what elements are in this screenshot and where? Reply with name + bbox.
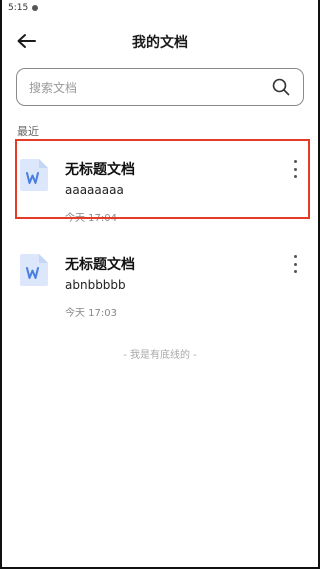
more-dot	[293, 175, 297, 178]
app-screen: 5:15 我的文档 搜索文档 最近 无标题文档 aaaaaaaa 今天 17:0…	[0, 0, 320, 569]
section-label-recent: 最近	[17, 125, 39, 138]
word-doc-icon	[20, 159, 48, 191]
document-time: 今天 17:04	[65, 213, 117, 224]
more-dot	[293, 262, 297, 266]
status-bar: 5:15	[2, 0, 318, 16]
document-time: 今天 17:03	[65, 308, 117, 319]
more-options-button[interactable]	[290, 255, 300, 273]
end-of-list-text: - 我是有底线的 -	[123, 350, 197, 361]
search-input[interactable]: 搜索文档	[29, 79, 271, 96]
header: 我的文档	[2, 24, 318, 58]
more-dot	[293, 167, 297, 171]
page-title: 我的文档	[132, 35, 188, 51]
status-time: 5:15	[8, 3, 29, 13]
more-dot	[293, 255, 297, 258]
document-item[interactable]: 无标题文档 abnbbbbb 今天 17:03	[2, 238, 318, 328]
document-preview: abnbbbbb	[65, 278, 126, 292]
more-dot	[293, 160, 297, 163]
more-options-button[interactable]	[290, 160, 300, 178]
word-doc-icon	[20, 254, 48, 286]
document-title: 无标题文档	[65, 257, 135, 273]
search-icon[interactable]	[271, 77, 291, 97]
document-preview: aaaaaaaa	[65, 183, 124, 197]
notification-icon	[32, 5, 39, 11]
document-title: 无标题文档	[65, 162, 135, 178]
more-dot	[293, 270, 297, 273]
search-bar[interactable]: 搜索文档	[16, 68, 304, 106]
document-item[interactable]: 无标题文档 aaaaaaaa 今天 17:04	[2, 143, 318, 233]
